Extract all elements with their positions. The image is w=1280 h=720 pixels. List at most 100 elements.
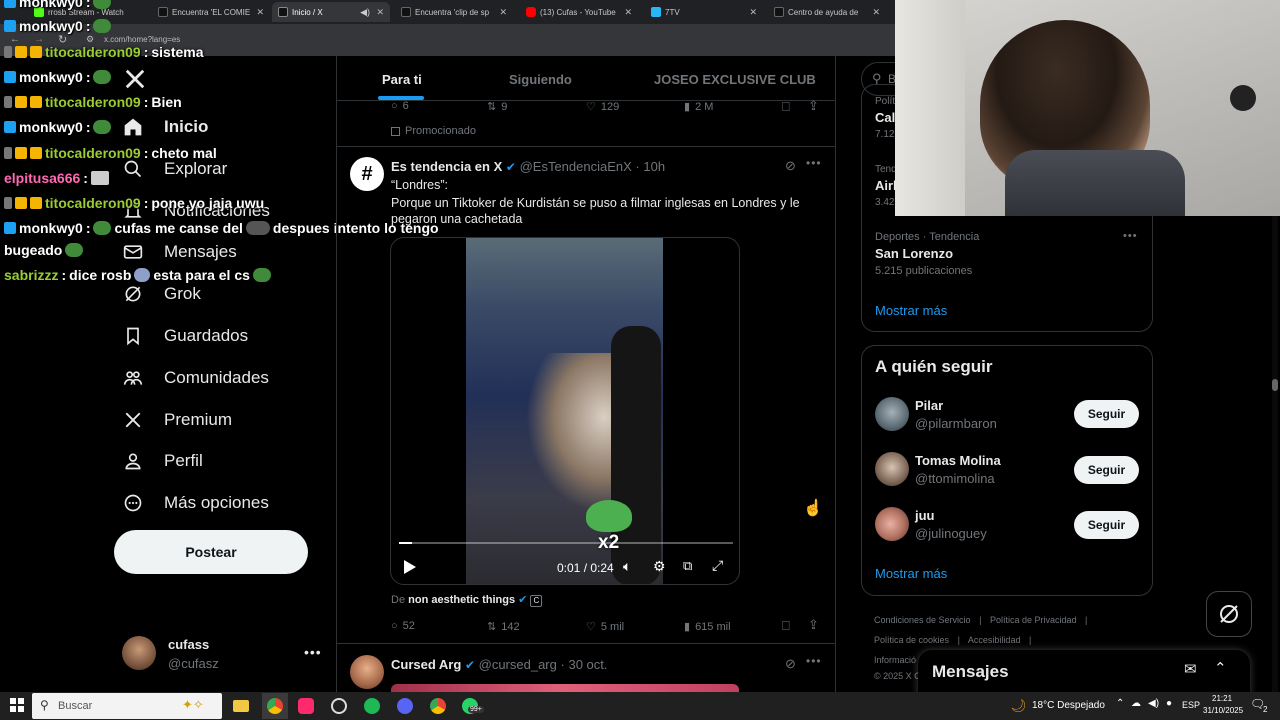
tab-encuentra-comie[interactable]: Encuentra 'EL COMIE ✕ — [152, 2, 270, 22]
windows-start-icon[interactable] — [10, 698, 24, 712]
discord-icon[interactable] — [395, 696, 415, 716]
nav-explorar[interactable]: Explorar — [122, 158, 227, 180]
tiktok-icon[interactable] — [296, 696, 316, 716]
tweet-author-name[interactable]: Cursed Arg — [391, 657, 461, 672]
close-icon[interactable]: ✕ — [624, 7, 632, 18]
clock-date[interactable]: 31/10/2025 — [1203, 706, 1243, 715]
avatar[interactable] — [875, 397, 909, 431]
tab-para-ti[interactable]: Para ti — [382, 72, 422, 87]
retweet-count[interactable]: ⇅ 142 — [487, 620, 520, 634]
nav-inicio[interactable]: Inicio — [122, 116, 208, 138]
post-button[interactable]: Postear — [114, 530, 308, 574]
bookmark-icon[interactable]: ⎕ — [782, 99, 790, 115]
settings-icon[interactable]: ⚙ — [653, 558, 666, 575]
nav-mas-opciones[interactable]: Más opciones — [122, 492, 269, 514]
footer-link[interactable]: Política de Privacidad — [990, 615, 1077, 625]
spotify-icon[interactable] — [362, 696, 382, 716]
play-icon[interactable] — [403, 559, 417, 575]
chevron-up-icon[interactable]: ⌃ — [1116, 698, 1124, 709]
grok-icon[interactable]: ⊘ — [785, 656, 796, 672]
network-icon[interactable]: ☁ — [1131, 698, 1141, 709]
whatsapp-icon[interactable]: 99+ — [460, 696, 484, 716]
tweet-author-name[interactable]: Es tendencia en X — [391, 159, 502, 174]
close-icon[interactable]: ✕ — [256, 7, 264, 18]
language-indicator[interactable]: ESP — [1182, 700, 1200, 710]
more-dots-icon[interactable]: ••• — [304, 644, 322, 660]
reply-count[interactable]: ○ 6 — [391, 100, 409, 112]
nav-comunidades[interactable]: Comunidades — [122, 367, 269, 389]
view-count[interactable]: ▮ 615 mil — [684, 620, 731, 634]
tab-siguiendo[interactable]: Siguiendo — [509, 72, 572, 87]
tweet-author-handle[interactable]: @cursed_arg — [479, 657, 557, 672]
expand-icon[interactable]: ⌃ — [1214, 659, 1227, 677]
speaker-icon[interactable]: ◀) — [360, 7, 370, 18]
messages-drawer[interactable]: Mensajes ✉ ⌃ — [918, 650, 1250, 696]
tab-encuentra-clip[interactable]: Encuentra 'clip de sp ✕ — [395, 2, 513, 22]
nav-premium[interactable]: Premium — [122, 409, 232, 431]
trend-title[interactable]: San Lorenzo — [875, 246, 953, 261]
like-count[interactable]: ♡ 5 mil — [586, 620, 624, 634]
trend-title[interactable]: Airl — [875, 178, 897, 193]
nav-perfil[interactable]: Perfil — [122, 450, 203, 472]
video-source-name[interactable]: non aesthetic things — [408, 594, 515, 606]
more-dots-icon[interactable]: ••• — [806, 654, 822, 668]
x-logo-icon[interactable] — [124, 68, 146, 90]
tweet-time[interactable]: 10h — [643, 159, 665, 174]
retweet-count[interactable]: ⇅ 9 — [487, 100, 507, 114]
fullscreen-icon[interactable]: ⤢ — [712, 557, 723, 574]
video-player[interactable]: x2 0:01 / 0:24 🔈︎ ⚙ ⧉ ⤢ — [390, 237, 740, 585]
hashtag-avatar-icon[interactable]: # — [350, 157, 384, 191]
nav-guardados[interactable]: Guardados — [122, 325, 248, 347]
avatar[interactable] — [350, 655, 384, 689]
follow-suggestion-name[interactable]: Tomas Molina — [915, 453, 1001, 468]
nav-grok[interactable]: Grok — [122, 283, 201, 305]
share-icon[interactable]: ⇪ — [808, 617, 819, 633]
more-dots-icon[interactable]: ••• — [1123, 230, 1138, 242]
follow-button[interactable]: Seguir — [1074, 456, 1139, 484]
taskbar-search[interactable]: ⚲ Buscar ✦✧ — [32, 693, 222, 719]
like-count[interactable]: ♡ 129 — [586, 100, 619, 114]
url-field[interactable]: x.com/home?lang=es — [104, 35, 180, 44]
close-icon[interactable]: ✕ — [376, 7, 384, 18]
footer-link[interactable]: Accesibilidad — [968, 635, 1021, 645]
view-count[interactable]: ▮ 2 M — [684, 100, 713, 114]
tweet-author-handle[interactable]: @EsTendenciaEnX — [520, 159, 632, 174]
weather-text[interactable]: 18°C Despejado — [1032, 700, 1105, 711]
show-more-trends-link[interactable]: Mostrar más — [875, 303, 947, 318]
close-icon[interactable]: ✕ — [872, 7, 880, 18]
microphone-icon[interactable]: ● — [1166, 698, 1172, 709]
tweet-time[interactable]: 30 oct. — [568, 657, 607, 672]
video-progress-track[interactable] — [399, 542, 733, 544]
tab-7tv[interactable]: 7TV ✕ — [645, 2, 763, 22]
grok-icon[interactable]: ⊘ — [785, 158, 796, 174]
follow-suggestion-name[interactable]: juu — [915, 508, 935, 523]
avatar[interactable] — [875, 452, 909, 486]
account-switcher[interactable]: cufass @cufasz ••• — [122, 636, 332, 676]
volume-icon[interactable]: 🔈︎ — [623, 558, 631, 575]
close-icon[interactable]: ✕ — [749, 7, 757, 18]
scrollbar-thumb[interactable] — [1272, 379, 1278, 391]
nav-mensajes[interactable]: Mensajes — [122, 241, 237, 263]
follow-button[interactable]: Seguir — [1074, 400, 1139, 428]
weather-icon[interactable]: 🌙︎ — [1010, 698, 1027, 714]
pip-icon[interactable]: ⧉ — [683, 558, 692, 574]
show-more-follow-link[interactable]: Mostrar más — [875, 566, 947, 581]
tab-joseo-exclusive-club[interactable]: JOSEO EXCLUSIVE CLUB — [654, 72, 816, 87]
clock-time[interactable]: 21:21 — [1212, 694, 1232, 703]
chrome-icon[interactable] — [262, 693, 288, 719]
close-icon[interactable]: ✕ — [499, 7, 507, 18]
follow-button[interactable]: Seguir — [1074, 511, 1139, 539]
chrome-icon[interactable] — [428, 696, 448, 716]
file-explorer-icon[interactable] — [231, 696, 251, 716]
follow-suggestion-name[interactable]: Pilar — [915, 398, 943, 413]
tweet-media[interactable] — [391, 684, 739, 692]
tab-inicio-x[interactable]: Inicio / X ◀) ✕ — [272, 2, 390, 22]
footer-link[interactable]: Condiciones de Servicio — [874, 615, 971, 625]
avatar[interactable] — [875, 507, 909, 541]
grok-float-button[interactable] — [1206, 591, 1252, 637]
new-message-icon[interactable]: ✉ — [1184, 660, 1197, 678]
bookmark-icon[interactable]: ⎕ — [782, 618, 790, 634]
footer-link[interactable]: Informació — [874, 655, 916, 665]
share-icon[interactable]: ⇪ — [808, 98, 819, 114]
obs-icon[interactable] — [329, 696, 349, 716]
